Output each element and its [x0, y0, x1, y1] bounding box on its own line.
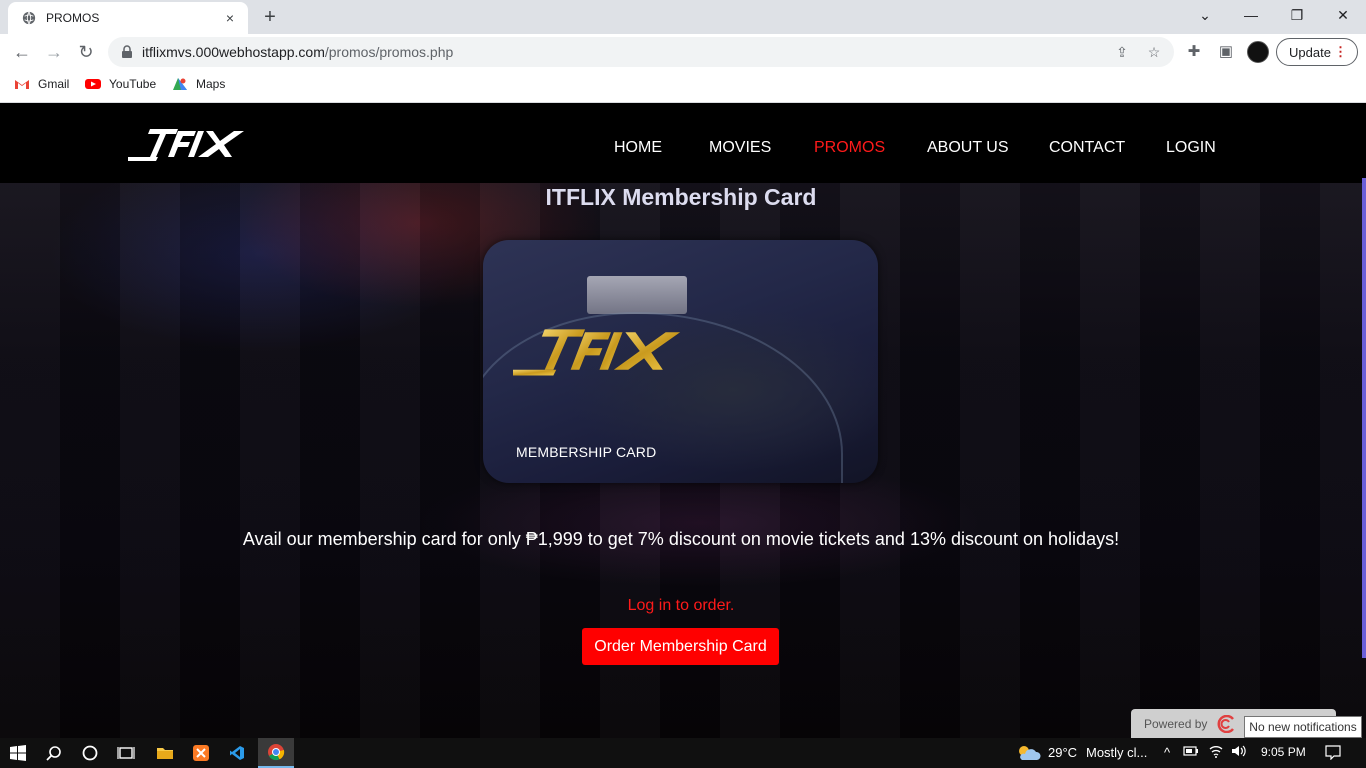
weather-description[interactable]: Mostly cl... — [1086, 745, 1147, 760]
address-bar[interactable]: itflixmvs.000webhostapp.com/promos/promo… — [108, 37, 1174, 67]
nav-movies[interactable]: MOVIES — [709, 139, 771, 157]
bookmark-maps[interactable]: Maps — [172, 77, 225, 91]
login-to-order-note: Log in to order. — [627, 597, 735, 614]
chevron-up-icon[interactable]: ^ — [1158, 744, 1176, 762]
itflix-logo[interactable] — [128, 127, 246, 161]
url-host: itflixmvs.000webhostapp.com — [142, 44, 325, 60]
tab-close-icon[interactable]: × — [222, 10, 238, 26]
clock-time[interactable]: 9:05 PM — [1261, 745, 1306, 759]
youtube-icon — [85, 79, 101, 89]
nav-promos[interactable]: PROMOS — [814, 139, 885, 157]
new-tab-icon[interactable]: + — [258, 5, 282, 29]
bookmarks-bar: Gmail YouTube Maps — [0, 70, 1366, 103]
tab-title: PROMOS — [46, 11, 100, 25]
reload-icon[interactable]: ↻ — [72, 38, 100, 66]
battery-icon[interactable] — [1182, 744, 1200, 762]
promo-description: Avail our membership card for only ₱1,99… — [242, 529, 1120, 549]
weather-temperature[interactable]: 29°C — [1048, 745, 1077, 760]
forward-arrow-icon[interactable]: → — [40, 38, 68, 66]
membership-card-image: MEMBERSHIP CARD — [483, 240, 878, 483]
bookmark-youtube[interactable]: YouTube — [85, 77, 156, 91]
wifi-icon[interactable] — [1207, 744, 1225, 762]
3d-glasses-image — [587, 276, 687, 314]
promo-title: ITFLIX Membership Card — [545, 184, 817, 210]
nav-home[interactable]: HOME — [614, 139, 662, 157]
url-path: /promos/promos.php — [324, 44, 454, 60]
weather-cloud-icon[interactable] — [1015, 744, 1041, 762]
browser-toolbar: ← → ↻ itflixmvs.000webhostapp.com/promos… — [0, 34, 1366, 70]
nav-about-us[interactable]: ABOUT US — [927, 139, 1009, 157]
window-close-icon[interactable]: ✕ — [1320, 0, 1366, 30]
back-arrow-icon[interactable]: ← — [8, 38, 36, 66]
globe-icon — [22, 11, 36, 25]
gmail-icon — [15, 80, 29, 89]
notifications-icon[interactable] — [1324, 744, 1342, 762]
bookmark-star-icon[interactable]: ☆ — [1146, 44, 1162, 60]
browser-tab-strip: PROMOS × + ⌄ — ❐ ✕ — [0, 0, 1366, 34]
nav-login[interactable]: LOGIN — [1166, 139, 1216, 157]
bookmark-label: Gmail — [38, 77, 70, 91]
file-explorer-icon[interactable] — [147, 738, 183, 768]
profile-avatar[interactable] — [1247, 41, 1269, 63]
share-icon[interactable]: ⇪ — [1114, 44, 1130, 60]
update-button[interactable]: Update ⋮ — [1276, 38, 1358, 66]
chrome-icon[interactable] — [258, 738, 294, 768]
tab-search-chevron-icon[interactable]: ⌄ — [1182, 0, 1228, 30]
minimize-icon[interactable]: — — [1228, 0, 1274, 30]
page-scrollbar[interactable] — [1362, 178, 1366, 658]
volume-icon[interactable] — [1230, 744, 1248, 762]
webhost-logo-icon — [1217, 715, 1235, 733]
membership-card-label: MEMBERSHIP CARD — [516, 444, 657, 460]
windows-start-icon[interactable] — [0, 738, 36, 768]
maps-icon — [173, 78, 187, 90]
browser-tab[interactable]: PROMOS × — [8, 2, 248, 34]
update-label: Update — [1289, 44, 1331, 60]
itflix-gold-logo — [513, 329, 681, 376]
task-view-icon[interactable] — [108, 738, 144, 768]
windows-taskbar: 29°C Mostly cl... ^ 9:05 PM — [0, 738, 1366, 768]
site-header: HOME MOVIES PROMOS ABOUT US CONTACT LOGI… — [0, 103, 1366, 183]
cortana-icon[interactable] — [72, 738, 108, 768]
search-icon[interactable] — [36, 738, 72, 768]
order-membership-card-button[interactable]: Order Membership Card — [582, 628, 779, 665]
side-panel-icon[interactable]: ▣ — [1216, 42, 1236, 62]
restore-icon[interactable]: ❐ — [1274, 0, 1320, 30]
bookmark-gmail[interactable]: Gmail — [14, 77, 69, 91]
lock-icon[interactable] — [120, 45, 134, 59]
powered-by-text: Powered by — [1144, 717, 1208, 731]
bookmark-label: YouTube — [109, 77, 157, 91]
nav-contact[interactable]: CONTACT — [1049, 139, 1125, 157]
notification-tooltip: No new notifications — [1244, 716, 1362, 738]
xampp-icon[interactable] — [183, 738, 219, 768]
chrome-menu-icon: ⋮ — [1334, 44, 1347, 59]
vscode-icon[interactable] — [219, 738, 255, 768]
page-viewport: HOME MOVIES PROMOS ABOUT US CONTACT LOGI… — [0, 103, 1366, 738]
bookmark-label: Maps — [196, 77, 226, 91]
extensions-puzzle-icon[interactable]: ✚ — [1184, 42, 1204, 62]
